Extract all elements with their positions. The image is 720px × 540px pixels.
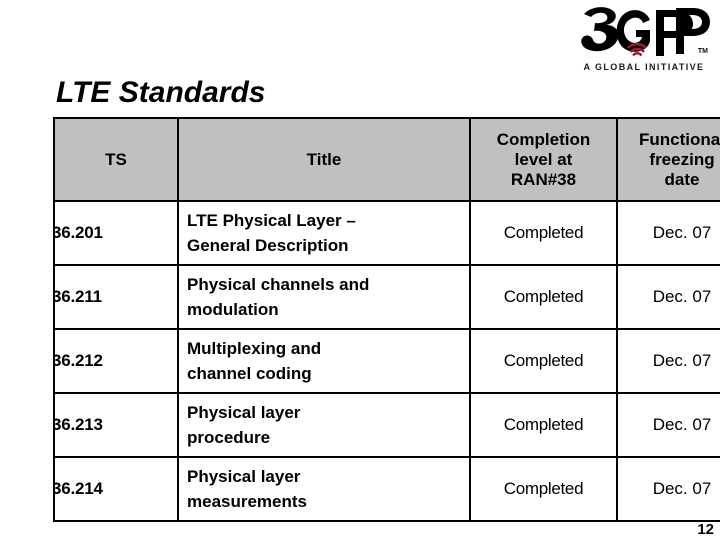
column-header-functional-freezing-date: Functional freezing date (616, 117, 720, 202)
cell-freezing-date: Dec. 07 (616, 200, 720, 266)
cell-ts: 36.212 (53, 328, 179, 394)
cell-ts-value: 36.212 (54, 351, 103, 370)
cell-title: LTE Physical Layer – General Description (177, 200, 471, 266)
standards-table-container: TS Title Completion level at RAN#38 Func… (53, 117, 720, 522)
header-line: level at (514, 149, 573, 169)
title-line: channel coding (187, 364, 312, 383)
header-line: date (664, 169, 700, 189)
cell-completion: Completed (469, 392, 618, 458)
title-line: Multiplexing and (187, 339, 322, 358)
cell-ts: 36.211 (53, 264, 179, 330)
title-line: Physical layer (187, 403, 301, 422)
cell-freezing-date: Dec. 07 (616, 392, 720, 458)
3gpp-logo: TM A GLOBAL INITIATIVE (576, 4, 710, 80)
cell-title: Physical channels and modulation (177, 264, 471, 330)
cell-title: Multiplexing and channel coding (177, 328, 471, 394)
title-line: Physical channels and (187, 275, 370, 294)
standards-table: TS Title Completion level at RAN#38 Func… (53, 117, 720, 522)
column-header-completion-level: Completion level at RAN#38 (469, 117, 618, 202)
cell-ts-value: 36.213 (54, 415, 103, 434)
table-row: 36.213 Physical layer procedure Complete… (53, 392, 720, 458)
cell-completion: Completed (469, 200, 618, 266)
title-line: LTE Physical Layer – (187, 211, 356, 230)
header-line: Completion (496, 129, 591, 149)
cell-ts: 36.214 (53, 456, 179, 522)
cell-ts-value: 36.214 (54, 479, 103, 498)
logo-tagline: A GLOBAL INITIATIVE (583, 62, 705, 72)
page-title: LTE Standards (56, 76, 266, 109)
table-row: 36.214 Physical layer measurements Compl… (53, 456, 720, 522)
header-line: Functional (639, 129, 720, 149)
table-row: 36.211 Physical channels and modulation … (53, 264, 720, 330)
header-line: freezing (649, 149, 715, 169)
page-number: 12 (697, 521, 714, 538)
cell-completion: Completed (469, 264, 618, 330)
title-line: procedure (187, 428, 271, 447)
column-header-title: Title (177, 117, 471, 202)
cell-completion: Completed (469, 328, 618, 394)
cell-freezing-date: Dec. 07 (616, 264, 720, 330)
title-line: measurements (187, 492, 308, 511)
table-header: TS Title Completion level at RAN#38 Func… (53, 117, 720, 202)
cell-title: Physical layer measurements (177, 456, 471, 522)
trademark-icon: TM (697, 48, 708, 55)
cell-freezing-date: Dec. 07 (616, 328, 720, 394)
3gpp-wordmark-icon (581, 7, 710, 57)
table-body: 36.201 LTE Physical Layer – General Desc… (53, 200, 720, 522)
cell-ts-value: 36.201 (54, 223, 103, 242)
cell-ts: 36.213 (53, 392, 179, 458)
header-row: TS Title Completion level at RAN#38 Func… (53, 117, 720, 202)
title-line: modulation (187, 300, 279, 319)
cell-title: Physical layer procedure (177, 392, 471, 458)
table-row: 36.201 LTE Physical Layer – General Desc… (53, 200, 720, 266)
cell-freezing-date: Dec. 07 (616, 456, 720, 522)
cell-ts: 36.201 (53, 200, 179, 266)
header-line: RAN#38 (510, 169, 577, 189)
cell-completion: Completed (469, 456, 618, 522)
title-line: Physical layer (187, 467, 301, 486)
cell-ts-value: 36.211 (54, 287, 102, 306)
table-row: 36.212 Multiplexing and channel coding C… (53, 328, 720, 394)
column-header-ts: TS (53, 117, 179, 202)
title-line: General Description (187, 236, 349, 255)
